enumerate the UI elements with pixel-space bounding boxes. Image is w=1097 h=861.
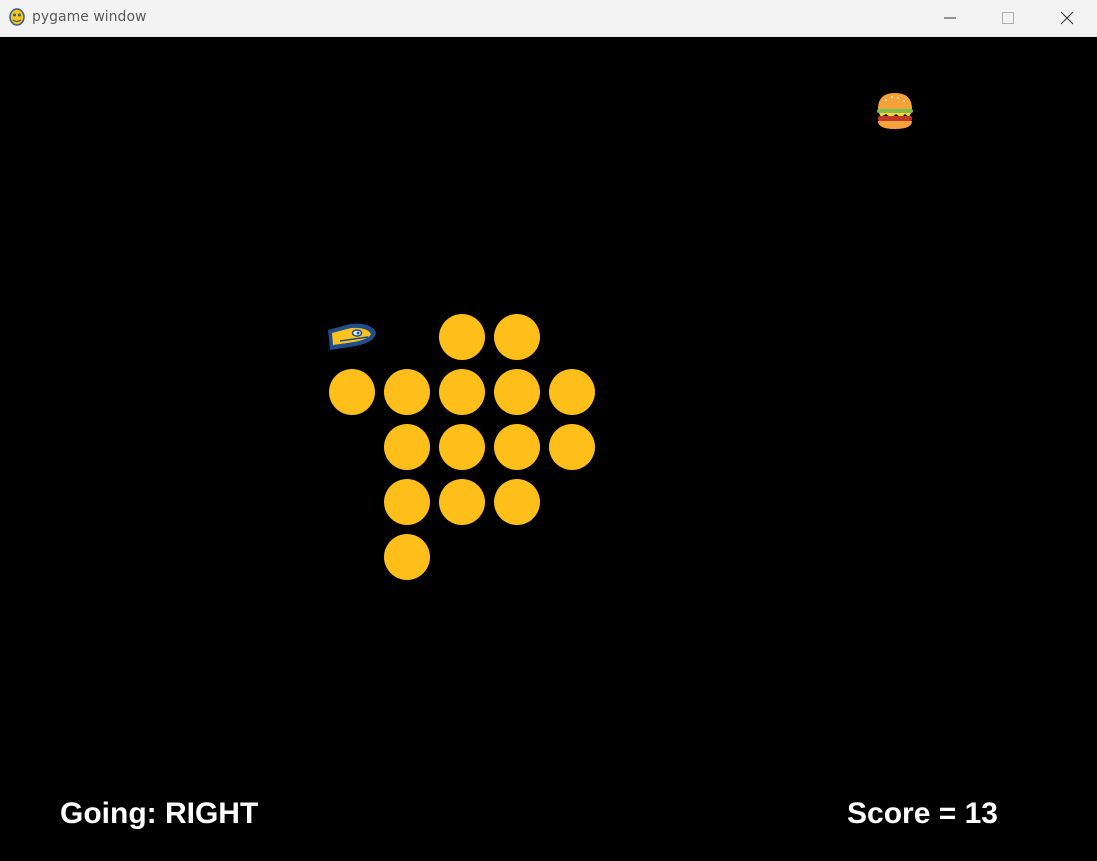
close-icon [1060,11,1074,25]
window-title: pygame window [32,9,147,25]
snake-body-segment [384,479,430,525]
snake-body-segment [494,369,540,415]
snake-body-segment [439,314,485,360]
snake-body-segment [384,534,430,580]
score-label: Score = 13 [847,797,998,830]
close-button[interactable] [1038,0,1096,36]
snake-body-segment [494,479,540,525]
game-canvas[interactable]: Going: RIGHT Score = 13 [0,37,1097,861]
snake-body-segment [439,479,485,525]
snake-body-segment [494,424,540,470]
pygame-snake-icon [8,7,26,27]
snake-body-segment [549,369,595,415]
snake-body-segment [439,424,485,470]
snake-body-segment [384,424,430,470]
snake-body-segment [384,369,430,415]
snake-body-segment [549,424,595,470]
snake-head-sprite [326,322,378,354]
minimize-button[interactable] [921,0,979,36]
title-bar[interactable]: pygame window [0,0,1097,37]
minimize-icon [944,12,956,24]
maximize-icon [1002,12,1014,24]
snake-body-segment [329,369,375,415]
maximize-button[interactable] [979,0,1037,36]
burger-icon [876,92,914,130]
snake-body-segment [439,369,485,415]
direction-label: Going: RIGHT [60,797,259,830]
snake-body-segment [494,314,540,360]
game-window: pygame window Going: RIGHT Score = 13 [0,0,1097,861]
